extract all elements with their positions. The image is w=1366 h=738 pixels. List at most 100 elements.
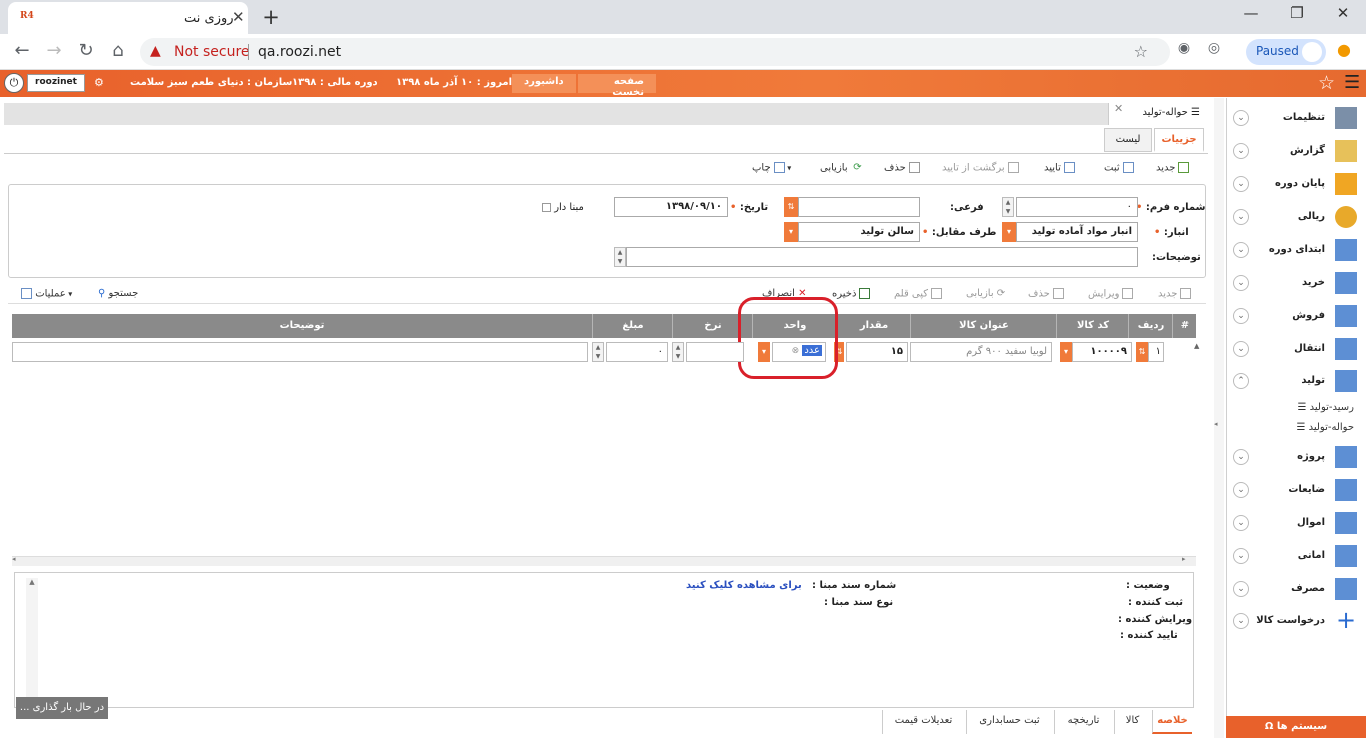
col-amount[interactable]: مبلغ	[594, 320, 672, 331]
extension-icon[interactable]: ◉	[1172, 40, 1196, 56]
sidebar-item-production[interactable]: تولید ⌃	[1227, 367, 1365, 395]
user-box[interactable]: roozinet	[27, 74, 85, 92]
forward-icon[interactable]: →	[42, 40, 66, 61]
tab-history[interactable]: تاریخچه	[1054, 710, 1112, 734]
omnibox[interactable]: ▲ Not secure qa.roozi.net ☆	[140, 38, 1170, 66]
chevron-down-icon[interactable]: ⌄	[1233, 449, 1249, 465]
tab-price-adjustments[interactable]: تعدیلات قیمت	[882, 710, 964, 734]
sidebar-subitem-issue[interactable]: حواله-تولید ☰	[1296, 422, 1354, 433]
sidebar-item-settings[interactable]: تنظیمات ⌄	[1227, 104, 1365, 132]
home-icon[interactable]: ⌂	[106, 40, 130, 61]
cell-quantity[interactable]: ۱۵	[846, 342, 908, 362]
sub-field[interactable]	[798, 197, 920, 217]
bookmark-star-icon[interactable]: ☆	[1134, 42, 1148, 61]
tab-list[interactable]: لیست	[1104, 128, 1152, 152]
dashboard-button[interactable]: داشبورد	[512, 74, 576, 93]
warehouse-field[interactable]: انبار مواد آماده تولید	[1016, 222, 1138, 242]
chevron-down-icon[interactable]: ⌄	[1233, 482, 1249, 498]
menu-hamburger-icon[interactable]: ☰	[1344, 72, 1360, 93]
base-checkbox[interactable]: مبنا دار	[542, 202, 584, 213]
sidebar-item-item-request[interactable]: + درخواست کالا ⌄	[1227, 607, 1365, 635]
sub-dropdown-icon[interactable]: ⇅	[784, 197, 798, 217]
scroll-up-icon[interactable]: ▲	[1194, 342, 1199, 350]
close-window-icon[interactable]: ✕	[1328, 4, 1358, 22]
cell-amount[interactable]: ۰	[606, 342, 668, 362]
back-icon[interactable]: ←	[10, 40, 34, 61]
grid-new-button[interactable]: جدید	[1158, 288, 1192, 300]
sidebar-item-period-end[interactable]: پایان دوره ⌄	[1227, 170, 1365, 198]
view-link[interactable]: برای مشاهده کلیک کنید	[686, 580, 802, 591]
sidebar-item-transfer[interactable]: انتقال ⌄	[1227, 335, 1365, 363]
tab-accounting[interactable]: ثبت حسابداری	[966, 710, 1052, 734]
sidebar-collapse-handle[interactable]: ◂	[1214, 98, 1224, 738]
sidebar-item-purchase[interactable]: خرید ⌄	[1227, 269, 1365, 297]
col-quantity[interactable]: مقدار	[838, 320, 910, 331]
grid-delete-button[interactable]: حذف	[1028, 288, 1064, 300]
new-button[interactable]: جدید	[1156, 162, 1190, 174]
row-no-spinner[interactable]: ⇅	[1136, 342, 1148, 362]
col-item-code[interactable]: کد کالا	[1058, 320, 1128, 331]
unapprove-button[interactable]: برگشت از تایید	[942, 162, 1019, 174]
operations-button[interactable]: ▾ عملیات	[18, 288, 72, 300]
horizontal-scrollbar[interactable]	[12, 556, 1196, 566]
chevron-down-icon[interactable]: ⌄	[1233, 176, 1249, 192]
rate-spinner[interactable]: ▲ ▼	[672, 342, 684, 362]
chevron-down-icon[interactable]: ⌄	[1233, 242, 1249, 258]
chevron-down-icon[interactable]: ⌄	[1233, 209, 1249, 225]
settings-gear-icon[interactable]: ⚙	[94, 76, 104, 89]
chevron-down-icon[interactable]: ⌄	[1233, 581, 1249, 597]
chevron-up-icon[interactable]: ⌃	[1233, 373, 1249, 389]
sidebar-item-consignment[interactable]: امانی ⌄	[1227, 542, 1365, 570]
item-code-dropdown-icon[interactable]: ▾	[1060, 342, 1072, 362]
refresh-button[interactable]: ⟳ بازیابی	[820, 162, 862, 174]
sidebar-item-assets[interactable]: اموال ⌄	[1227, 509, 1365, 537]
close-doc-tab-icon[interactable]: ✕	[1114, 102, 1123, 115]
search-button[interactable]: جستجو ⚲	[98, 288, 138, 299]
copy-row-button[interactable]: کپی قلم	[894, 288, 943, 300]
print-button[interactable]: ▾ چاپ	[752, 162, 791, 174]
sidebar-item-rial[interactable]: ریالی ⌄	[1227, 203, 1365, 231]
grid-save-button[interactable]: ذخیره	[832, 288, 871, 300]
form-number-field[interactable]: ۰	[1016, 197, 1138, 217]
sidebar-subitem-receipt[interactable]: رسید-تولید ☰	[1297, 402, 1354, 413]
date-field[interactable]: ۱۳۹۸/۰۹/۱۰	[614, 197, 728, 217]
info-scrollbar[interactable]: ▲	[26, 578, 38, 706]
description-spinner[interactable]: ▲ ▼	[614, 247, 626, 267]
grid-edit-button[interactable]: ویرایش	[1088, 288, 1134, 300]
grid-refresh-button[interactable]: ⟳ بازیابی	[966, 288, 1005, 299]
scroll-right-icon[interactable]: ▸	[1182, 555, 1186, 563]
amount-spinner[interactable]: ▲ ▼	[592, 342, 604, 362]
description-field[interactable]	[626, 247, 1138, 267]
update-icon[interactable]: ●	[1332, 40, 1356, 59]
url-text[interactable]: qa.roozi.net	[258, 44, 341, 60]
col-item-title[interactable]: عنوان کالا	[912, 320, 1056, 331]
chevron-down-icon[interactable]: ⌄	[1233, 275, 1249, 291]
profile-paused-button[interactable]: Paused	[1246, 39, 1326, 65]
form-number-spinner[interactable]: ▲ ▼	[1002, 197, 1014, 217]
sidebar-item-waste[interactable]: ضایعات ⌄	[1227, 476, 1365, 504]
browser-tab[interactable]: R4 روزی نت ✕	[8, 2, 248, 34]
chevron-down-icon[interactable]: ⌄	[1233, 548, 1249, 564]
new-tab-button[interactable]: +	[258, 5, 284, 31]
home-page-button[interactable]: صفحه نخست	[578, 74, 656, 98]
register-button[interactable]: ثبت	[1104, 162, 1134, 174]
favorite-star-icon[interactable]: ☆	[1318, 72, 1335, 94]
chevron-down-icon[interactable]: ⌄	[1233, 341, 1249, 357]
scroll-left-icon[interactable]: ◂	[12, 555, 16, 563]
tab-summary[interactable]: خلاصه	[1152, 710, 1192, 734]
minimize-icon[interactable]: —	[1236, 4, 1266, 22]
warehouse-dropdown-icon[interactable]: ▾	[1002, 222, 1016, 242]
sidebar-item-sales[interactable]: فروش ⌄	[1227, 302, 1365, 330]
tab-item[interactable]: کالا	[1114, 710, 1150, 734]
restore-icon[interactable]: ❐	[1282, 4, 1312, 22]
sidebar-item-period-start[interactable]: ابتدای دوره ⌄	[1227, 236, 1365, 264]
cell-item-code[interactable]: ۱۰۰۰۰۹	[1072, 342, 1132, 362]
close-tab-icon[interactable]: ✕	[232, 8, 245, 26]
chevron-down-icon[interactable]: ⌄	[1233, 110, 1249, 126]
counterparty-field[interactable]: سالن تولید	[798, 222, 920, 242]
sidebar-item-consumption[interactable]: مصرف ⌄	[1227, 575, 1365, 603]
chevron-down-icon[interactable]: ⌄	[1233, 515, 1249, 531]
counterparty-dropdown-icon[interactable]: ▾	[784, 222, 798, 242]
reload-icon[interactable]: ↻	[74, 40, 98, 61]
sidebar-item-project[interactable]: پروژه ⌄	[1227, 443, 1365, 471]
